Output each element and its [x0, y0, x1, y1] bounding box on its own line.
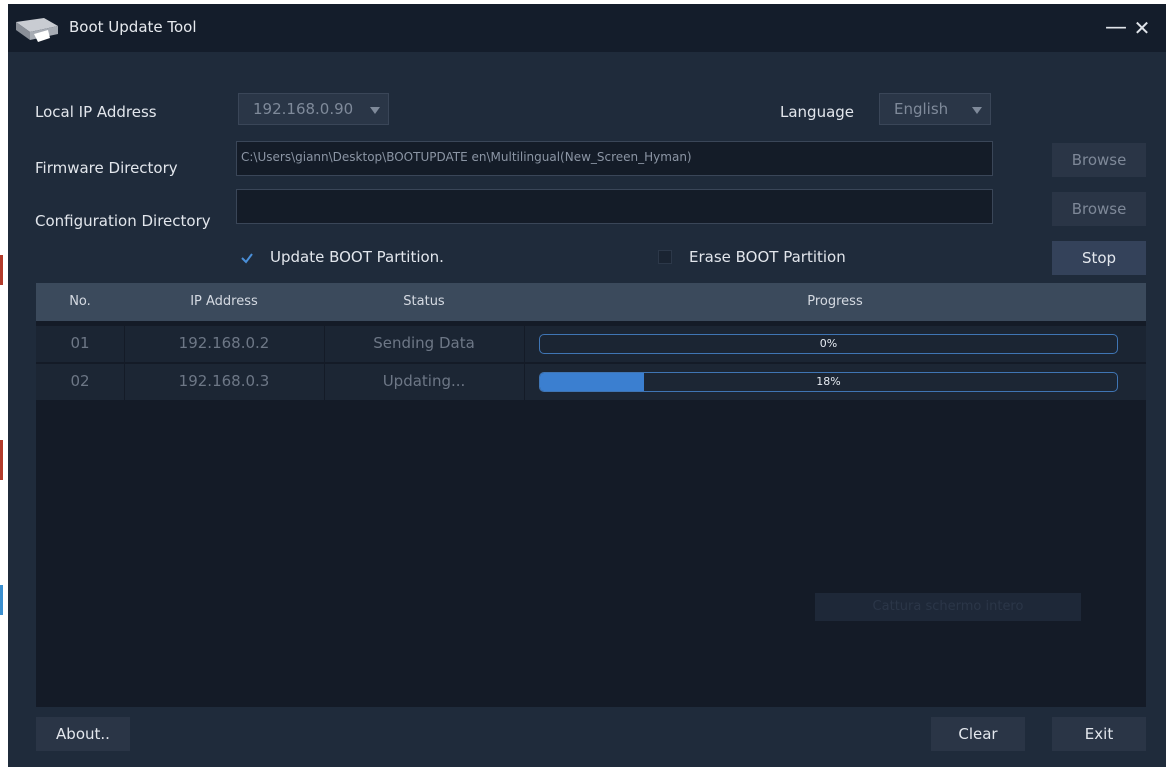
local-ip-value: 192.168.0.90 — [253, 100, 354, 118]
device-table: No. IP Address Status Progress 01 192.16… — [36, 283, 1146, 707]
boot-update-window: Boot Update Tool — ✕ Local IP Address 19… — [8, 4, 1166, 767]
chevron-down-icon — [972, 107, 982, 114]
progress-bar: 18% — [539, 372, 1118, 392]
row-number: 01 — [70, 334, 90, 352]
progress-bar: 0% — [539, 334, 1118, 354]
row-number: 02 — [70, 372, 90, 390]
update-boot-checkbox[interactable] — [240, 250, 254, 264]
erase-boot-checkbox[interactable] — [658, 250, 672, 264]
configuration-directory-input[interactable] — [236, 189, 993, 224]
column-header-ip: IP Address — [190, 294, 258, 309]
background-window-edge — [0, 440, 3, 480]
firmware-directory-input[interactable]: C:\Users\giann\Desktop\BOOTUPDATE en\Mul… — [236, 141, 993, 176]
capture-full-screen-tooltip[interactable]: Cattura schermo intero — [815, 593, 1081, 621]
table-row[interactable]: 01 192.168.0.2 Sending Data 0% — [36, 326, 1146, 362]
minimize-icon[interactable]: — — [1104, 16, 1128, 40]
chevron-down-icon — [370, 107, 380, 114]
column-separator — [524, 326, 525, 362]
language-value: English — [894, 100, 949, 118]
device-logo-icon — [16, 18, 58, 42]
local-ip-dropdown[interactable]: 192.168.0.90 — [238, 93, 389, 125]
about-button[interactable]: About.. — [36, 717, 130, 751]
configuration-directory-label: Configuration Directory — [35, 212, 211, 230]
stop-button[interactable]: Stop — [1052, 241, 1146, 275]
checkmark-icon — [241, 253, 253, 264]
column-separator — [524, 364, 525, 400]
clear-button[interactable]: Clear — [931, 717, 1025, 751]
row-status: Updating... — [382, 372, 466, 390]
close-icon[interactable]: ✕ — [1130, 16, 1154, 40]
erase-boot-label: Erase BOOT Partition — [689, 248, 846, 266]
browse-configuration-button[interactable]: Browse — [1052, 192, 1146, 226]
local-ip-label: Local IP Address — [35, 103, 157, 121]
language-dropdown[interactable]: English — [879, 93, 991, 125]
table-row[interactable]: 02 192.168.0.3 Updating... 18% — [36, 364, 1146, 400]
row-ip: 192.168.0.2 — [178, 334, 270, 352]
column-header-progress: Progress — [807, 294, 863, 309]
column-header-status: Status — [403, 294, 445, 309]
column-header-no: No. — [69, 294, 91, 309]
update-boot-label: Update BOOT Partition. — [270, 248, 444, 266]
progress-text: 18% — [816, 375, 841, 388]
firmware-directory-label: Firmware Directory — [35, 159, 178, 177]
browse-firmware-button[interactable]: Browse — [1052, 143, 1146, 177]
progress-text: 0% — [819, 337, 838, 350]
window-title: Boot Update Tool — [69, 18, 197, 36]
background-window-edge — [0, 255, 3, 285]
table-header: No. IP Address Status Progress — [36, 283, 1146, 321]
row-status: Sending Data — [373, 334, 475, 352]
title-bar[interactable]: Boot Update Tool — ✕ — [8, 4, 1166, 52]
exit-button[interactable]: Exit — [1052, 717, 1146, 751]
background-window-edge — [0, 585, 3, 615]
row-ip: 192.168.0.3 — [178, 372, 270, 390]
language-label: Language — [780, 103, 855, 121]
